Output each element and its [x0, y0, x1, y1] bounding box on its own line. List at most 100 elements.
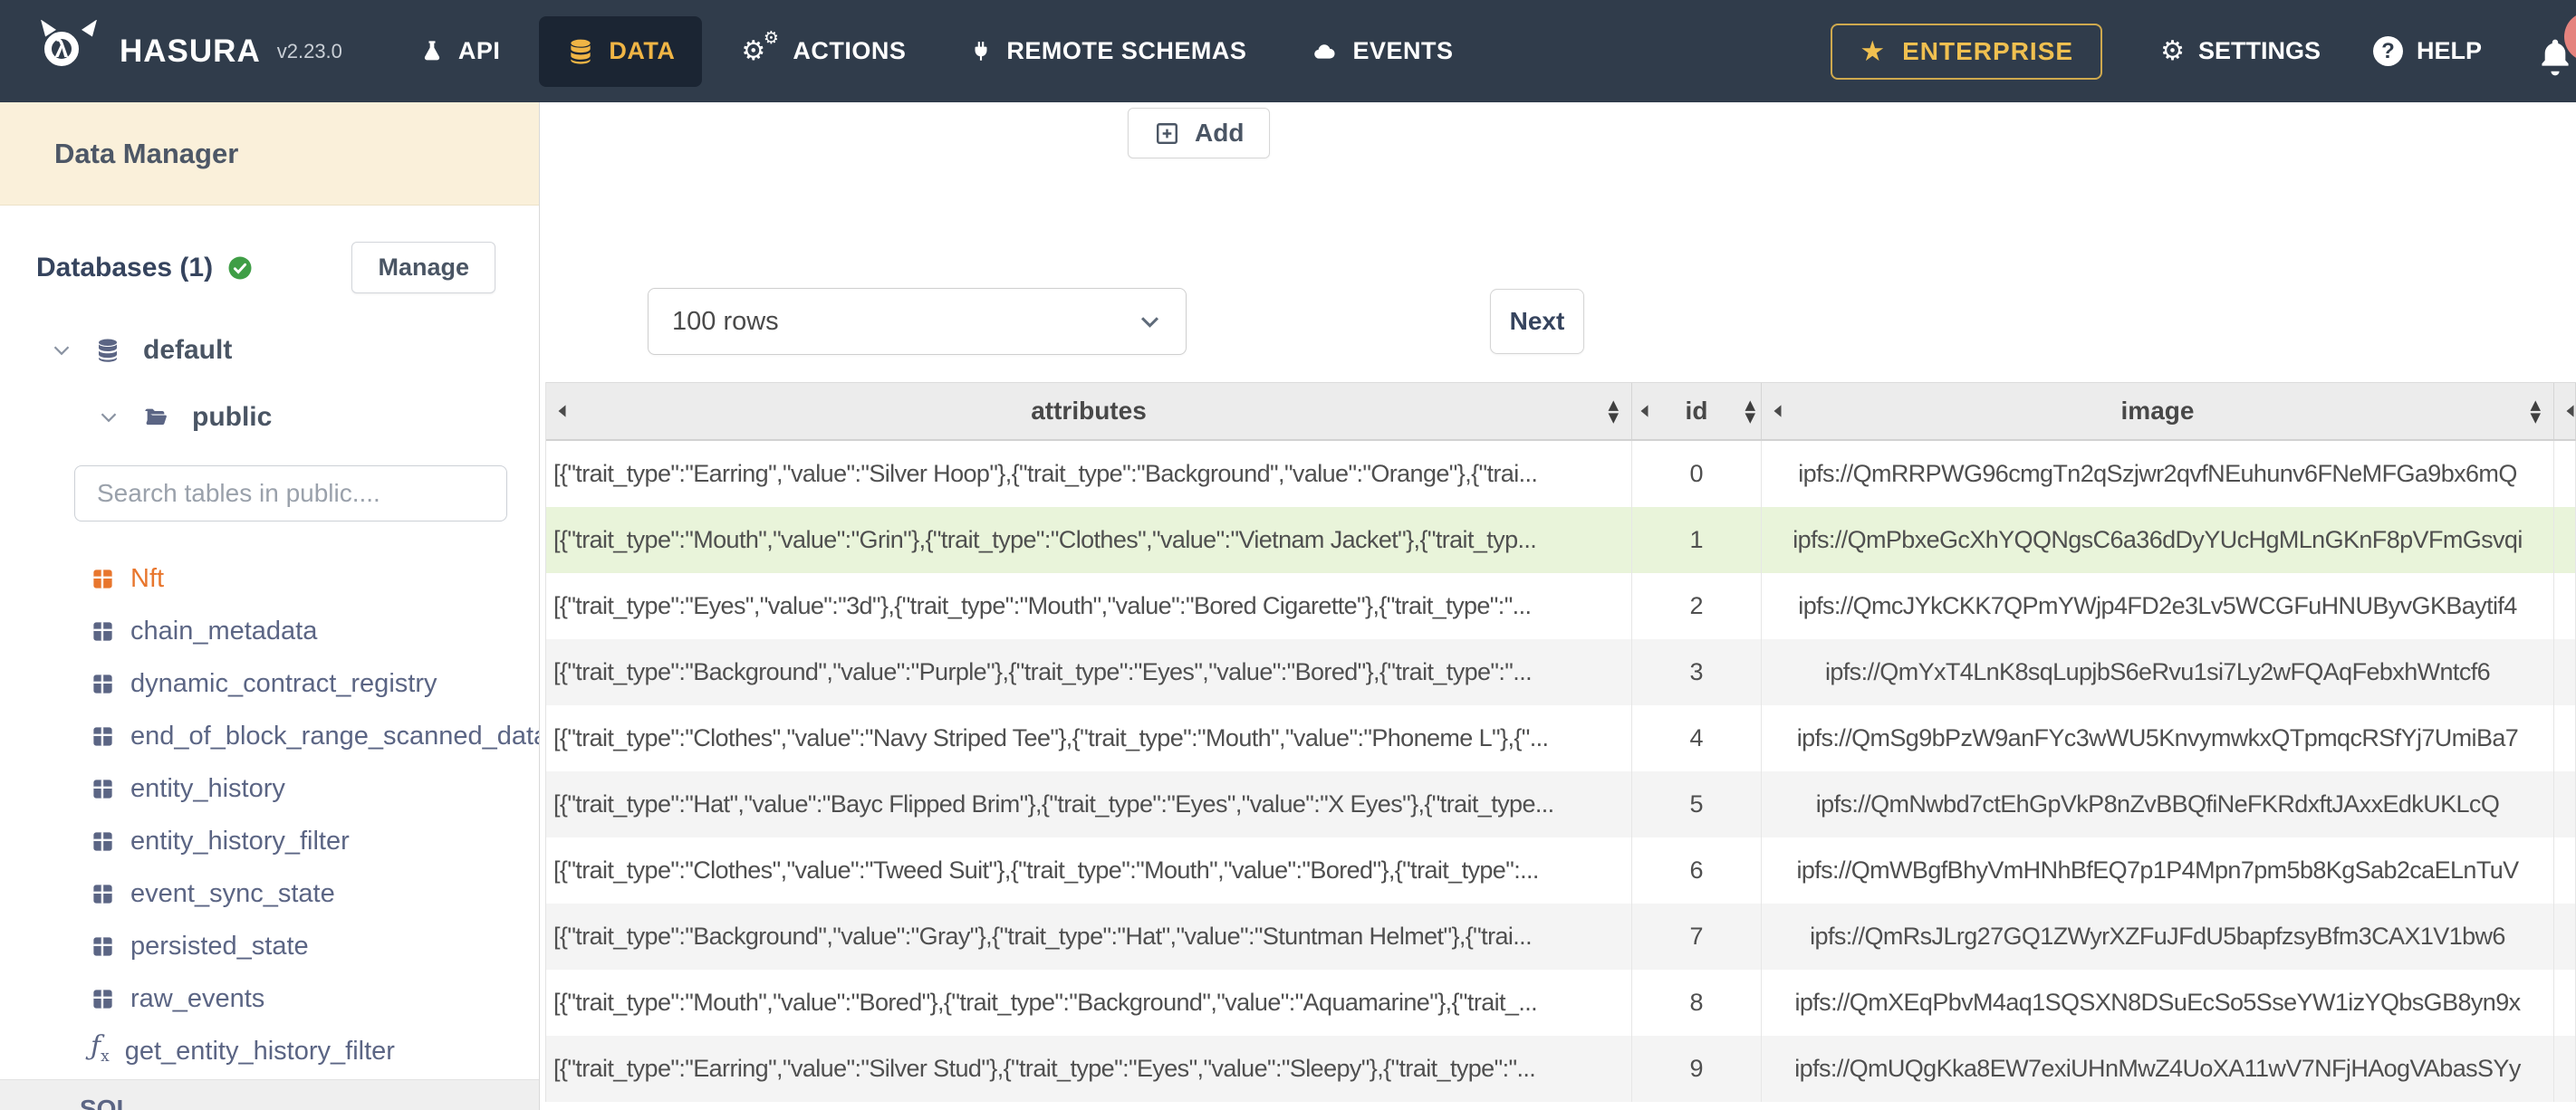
nav-item-api[interactable]: API [388, 0, 533, 102]
enterprise-button[interactable]: ★ ENTERPRISE [1831, 23, 2103, 80]
cell-attributes[interactable]: [{"trait_type":"Background","value":"Gra… [546, 904, 1632, 970]
nav-label: EVENTS [1352, 37, 1454, 64]
table-name: Nft [130, 563, 165, 593]
sort-icon[interactable]: ▲ ▼ [1745, 398, 1755, 425]
nav-item-events[interactable]: EVENTS [1278, 0, 1485, 102]
cell-attributes[interactable]: [{"trait_type":"Mouth","value":"Bored"},… [546, 970, 1632, 1036]
sidebar-function-item[interactable]: ƒx get_entity_history_filter [0, 1025, 539, 1077]
enterprise-label: ENTERPRISE [1902, 36, 2074, 65]
rows-per-page-select[interactable]: 100 rows [648, 288, 1187, 355]
table-row[interactable]: [{"trait_type":"Eyes","value":"3d"},{"tr… [546, 573, 2576, 639]
settings-link[interactable]: ⚙ SETTINGS [2160, 36, 2321, 66]
brand[interactable]: λ HASURA v2.23.0 [40, 19, 342, 83]
star-icon: ★ [1860, 34, 1887, 68]
help-label: HELP [2416, 37, 2482, 64]
table-name: event_sync_state [130, 878, 335, 908]
sidebar: Data Manager Databases (1) Manage defaul… [0, 102, 540, 1110]
cell-image[interactable]: ipfs://QmNwbd7ctEhGpVkP8nZvBBQfiNeFKRdxf… [1762, 771, 2554, 837]
cell-attributes[interactable]: [{"trait_type":"Clothes","value":"Tweed … [546, 837, 1632, 904]
cell-attributes[interactable]: [{"trait_type":"Clothes","value":"Navy S… [546, 705, 1632, 771]
nav-item-actions[interactable]: ⚙ ⚙ ACTIONS [709, 0, 937, 102]
sidebar-sql-section[interactable]: SQL [0, 1079, 539, 1110]
manage-button[interactable]: Manage [351, 242, 495, 293]
notifications-button[interactable]: 8 [2534, 11, 2576, 79]
sidebar-table-item[interactable]: chain_metadata [0, 605, 539, 657]
cell-id[interactable]: 5 [1632, 771, 1762, 837]
nav-items: API DATA ⚙ ⚙ ACTIONS REMOTE SCHEMAS EVENT… [388, 0, 1485, 102]
cell-image[interactable]: ipfs://QmSg9bPzW9anFYc3wWU5KnvymwkxQTpmq… [1762, 705, 2554, 771]
table-name: raw_events [130, 983, 265, 1013]
table-row[interactable]: [{"trait_type":"Mouth","value":"Bored"},… [546, 970, 2576, 1036]
cell-id[interactable]: 4 [1632, 705, 1762, 771]
sidebar-table-item[interactable]: event_sync_state [0, 867, 539, 920]
cell-image[interactable]: ipfs://QmYxT4LnK8sqLupjbS6eRvu1si7Ly2wFQ… [1762, 639, 2554, 705]
search-tables-input[interactable] [74, 465, 507, 522]
table-row[interactable]: [{"trait_type":"Background","value":"Gra… [546, 904, 2576, 970]
chevron-down-icon[interactable] [51, 340, 72, 361]
cell-id[interactable]: 0 [1632, 441, 1762, 507]
add-row-button[interactable]: Add [1128, 108, 1271, 158]
collapse-left-icon[interactable] [1639, 404, 1649, 418]
table-name: end_of_block_range_scanned_data [130, 721, 540, 751]
main-content: Add 100 rows Next attributes ▲ ▼ id ▲ ▼ … [540, 102, 2576, 1110]
sidebar-table-item[interactable]: Nft [0, 552, 539, 605]
table-row[interactable]: [{"trait_type":"Mouth","value":"Grin"},{… [546, 507, 2576, 573]
column-header-image[interactable]: image ▲ ▼ [1762, 383, 2554, 439]
sidebar-table-item[interactable]: raw_events [0, 972, 539, 1025]
help-link[interactable]: ? HELP [2372, 36, 2482, 66]
table-row[interactable]: [{"trait_type":"Earring","value":"Silver… [546, 1036, 2576, 1102]
table-row[interactable]: [{"trait_type":"Clothes","value":"Navy S… [546, 705, 2576, 771]
column-header-attributes[interactable]: attributes ▲ ▼ [546, 383, 1632, 439]
cell-id[interactable]: 3 [1632, 639, 1762, 705]
sidebar-table-item[interactable]: entity_history [0, 762, 539, 815]
column-header-id[interactable]: id ▲ ▼ [1632, 383, 1762, 439]
sort-icon[interactable]: ▲ ▼ [1608, 398, 1619, 425]
table-icon [91, 672, 115, 696]
table-icon [91, 987, 115, 1011]
table-row[interactable]: [{"trait_type":"Earring","value":"Silver… [546, 441, 2576, 507]
sidebar-table-item[interactable]: dynamic_contract_registry [0, 657, 539, 710]
sidebar-table-item[interactable]: end_of_block_range_scanned_data [0, 710, 539, 762]
cell-id[interactable]: 8 [1632, 970, 1762, 1036]
cell-image[interactable]: ipfs://QmRRPWG96cmgTn2qSzjwr2qvfNEuhunv6… [1762, 441, 2554, 507]
cell-id[interactable]: 6 [1632, 837, 1762, 904]
cell-id[interactable]: 9 [1632, 1036, 1762, 1102]
next-page-button[interactable]: Next [1490, 289, 1584, 354]
collapse-left-icon[interactable] [557, 404, 567, 418]
cell-id[interactable]: 2 [1632, 573, 1762, 639]
cell-attributes[interactable]: [{"trait_type":"Hat","value":"Bayc Flipp… [546, 771, 1632, 837]
cell-attributes[interactable]: [{"trait_type":"Background","value":"Pur… [546, 639, 1632, 705]
table-row[interactable]: [{"trait_type":"Hat","value":"Bayc Flipp… [546, 771, 2576, 837]
table-row[interactable]: [{"trait_type":"Clothes","value":"Tweed … [546, 837, 2576, 904]
cell-id[interactable]: 7 [1632, 904, 1762, 970]
plus-square-icon [1154, 120, 1180, 147]
table-name: entity_history_filter [130, 826, 350, 856]
cell-attributes[interactable]: [{"trait_type":"Eyes","value":"3d"},{"tr… [546, 573, 1632, 639]
collapse-left-icon[interactable] [1773, 404, 1783, 418]
cell-image[interactable]: ipfs://QmPbxeGcXhYQQNgsC6a36dDyYUcHgMLnG… [1762, 507, 2554, 573]
table-row[interactable]: [{"trait_type":"Background","value":"Pur… [546, 639, 2576, 705]
collapse-left-icon [2565, 404, 2575, 418]
nav-item-remote-schemas[interactable]: REMOTE SCHEMAS [937, 0, 1278, 102]
chevron-down-icon[interactable] [98, 407, 120, 428]
tree-node-database[interactable]: default [0, 335, 539, 366]
sidebar-table-item[interactable]: persisted_state [0, 920, 539, 972]
cell-image[interactable]: ipfs://QmUQgKka8EW7exiUHnMwZ4UoXA11wV7NF… [1762, 1036, 2554, 1102]
cell-partial [2554, 705, 2576, 771]
cell-attributes[interactable]: [{"trait_type":"Mouth","value":"Grin"},{… [546, 507, 1632, 573]
table-name: chain_metadata [130, 616, 318, 646]
cell-id[interactable]: 1 [1632, 507, 1762, 573]
cell-image[interactable]: ipfs://QmRsJLrg27GQ1ZWyrXZFuJFdU5bapfzsy… [1762, 904, 2554, 970]
tree-node-schema[interactable]: public [0, 402, 539, 433]
cell-attributes[interactable]: [{"trait_type":"Earring","value":"Silver… [546, 1036, 1632, 1102]
cell-image[interactable]: ipfs://QmXEqPbvM4aq1SQSXN8DSuEcSo5SseYW1… [1762, 970, 2554, 1036]
cell-image[interactable]: ipfs://QmcJYkCKK7QPmYWjp4FD2e3Lv5WCGFuHN… [1762, 573, 2554, 639]
cell-partial [2554, 837, 2576, 904]
sidebar-table-item[interactable]: entity_history_filter [0, 815, 539, 867]
nav-item-data[interactable]: DATA [539, 15, 703, 87]
cell-attributes[interactable]: [{"trait_type":"Earring","value":"Silver… [546, 441, 1632, 507]
data-grid: attributes ▲ ▼ id ▲ ▼ image ▲ ▼ [{"trait… [545, 382, 2576, 1102]
cloud-icon [1310, 40, 1339, 63]
cell-image[interactable]: ipfs://QmWBgfBhyVmHNhBfEQ7p1P4Mpn7pm5b8K… [1762, 837, 2554, 904]
sort-icon[interactable]: ▲ ▼ [2530, 398, 2541, 425]
